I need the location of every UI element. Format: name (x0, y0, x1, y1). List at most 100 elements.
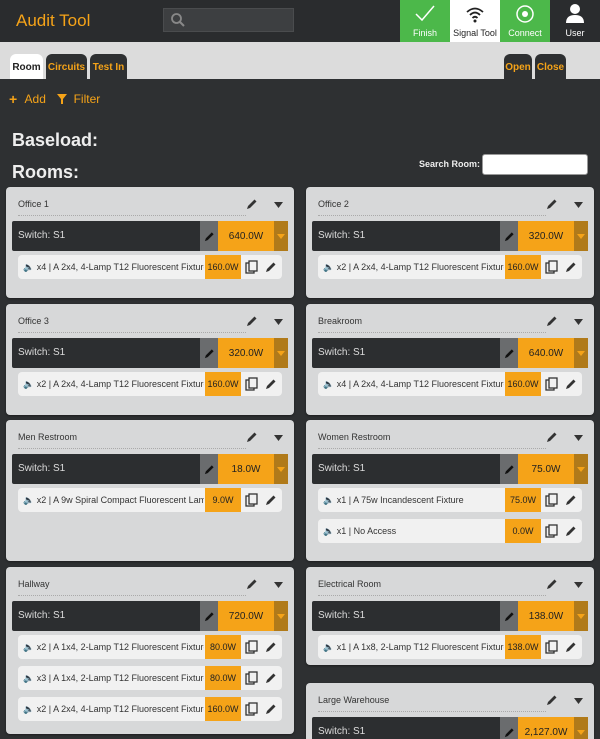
connect-button[interactable]: Connect (500, 0, 550, 42)
edit-fixture-button[interactable] (265, 672, 277, 684)
edit-room-button[interactable] (546, 694, 558, 706)
fixture-row[interactable]: 🔈 x4 | A 2x4, 4-Lamp T12 Fluorescent Fix… (18, 255, 282, 279)
edit-room-button[interactable] (546, 315, 558, 327)
edit-switch-button[interactable] (500, 717, 518, 739)
tab-circuits[interactable]: Circuits (46, 54, 87, 79)
copy-fixture-button[interactable] (245, 493, 259, 507)
switch-watts: 640.0W (518, 338, 574, 368)
expand-room-button[interactable] (574, 319, 583, 325)
expand-room-button[interactable] (574, 698, 583, 704)
edit-switch-button[interactable] (200, 601, 218, 631)
edit-fixture-button[interactable] (565, 641, 577, 653)
fixture-row[interactable]: 🔈 x1 | A 75w Incandescent Fixture 75.0W (318, 488, 582, 512)
tab-close[interactable]: Close (535, 54, 566, 79)
switch-dropdown-button[interactable] (574, 717, 588, 739)
signal-tool-button[interactable]: Signal Tool (450, 0, 500, 42)
global-search-input[interactable] (163, 8, 294, 32)
switch-row[interactable]: Switch: S1 320.0W (12, 338, 288, 368)
edit-fixture-button[interactable] (265, 494, 277, 506)
search-room-input[interactable] (482, 154, 588, 175)
edit-switch-button[interactable] (500, 338, 518, 368)
switch-row[interactable]: Switch: S1 2,127.0W (312, 717, 588, 739)
edit-room-button[interactable] (546, 578, 558, 590)
switch-row[interactable]: Switch: S1 75.0W (312, 454, 588, 484)
switch-dropdown-button[interactable] (574, 454, 588, 484)
edit-room-button[interactable] (246, 431, 258, 443)
expand-room-button[interactable] (274, 435, 283, 441)
expand-room-button[interactable] (274, 202, 283, 208)
add-button[interactable]: + Add (9, 91, 46, 107)
switch-row[interactable]: Switch: S1 320.0W (312, 221, 588, 251)
edit-room-button[interactable] (546, 431, 558, 443)
fixture-row[interactable]: 🔈 x2 | A 2x4, 4-Lamp T12 Fluorescent Fix… (18, 372, 282, 396)
switch-dropdown-button[interactable] (574, 338, 588, 368)
fixture-row[interactable]: 🔈 x1 | A 1x8, 2-Lamp T12 Fluorescent Fix… (318, 635, 582, 659)
switch-row[interactable]: Switch: S1 138.0W (312, 601, 588, 631)
fixture-row[interactable]: 🔈 x4 | A 2x4, 4-Lamp T12 Fluorescent Fix… (318, 372, 582, 396)
copy-fixture-button[interactable] (545, 524, 559, 538)
edit-room-button[interactable] (546, 198, 558, 210)
expand-room-button[interactable] (574, 582, 583, 588)
fixture-row[interactable]: 🔈 x2 | A 2x4, 4-Lamp T12 Fluorescent Fix… (318, 255, 582, 279)
tab-room[interactable]: Room (10, 54, 43, 79)
copy-fixture-button[interactable] (545, 640, 559, 654)
edit-switch-button[interactable] (200, 338, 218, 368)
edit-switch-button[interactable] (200, 221, 218, 251)
pencil-icon (547, 199, 557, 209)
tab-open[interactable]: Open (504, 54, 532, 79)
edit-room-button[interactable] (246, 315, 258, 327)
search-icon (171, 13, 185, 27)
filter-button[interactable]: Filter (57, 92, 100, 106)
room-name: Large Warehouse (318, 695, 390, 705)
switch-dropdown-button[interactable] (274, 601, 288, 631)
fixture-text: x2 | A 2x4, 4-Lamp T12 Fluorescent Fixtu… (36, 704, 204, 714)
expand-room-button[interactable] (574, 202, 583, 208)
edit-fixture-button[interactable] (565, 261, 577, 273)
switch-dropdown-button[interactable] (574, 221, 588, 251)
expand-room-button[interactable] (574, 435, 583, 441)
switch-dropdown-button[interactable] (274, 454, 288, 484)
fixture-row[interactable]: 🔈 x2 | A 9w Spiral Compact Fluorescent L… (18, 488, 282, 512)
expand-room-button[interactable] (274, 319, 283, 325)
edit-switch-button[interactable] (200, 454, 218, 484)
finish-button[interactable]: Finish (400, 0, 450, 42)
edit-fixture-button[interactable] (565, 378, 577, 390)
switch-dropdown-button[interactable] (274, 338, 288, 368)
switch-row[interactable]: Switch: S1 720.0W (12, 601, 288, 631)
edit-switch-button[interactable] (500, 454, 518, 484)
fixture-row[interactable]: 🔈 x2 | A 1x4, 2-Lamp T12 Fluorescent Fix… (18, 635, 282, 659)
switch-dropdown-button[interactable] (574, 601, 588, 631)
edit-fixture-button[interactable] (265, 641, 277, 653)
fixture-row[interactable]: 🔈 x2 | A 2x4, 4-Lamp T12 Fluorescent Fix… (18, 697, 282, 721)
copy-fixture-button[interactable] (245, 260, 259, 274)
expand-room-button[interactable] (274, 582, 283, 588)
fixture-row[interactable]: 🔈 x1 | No Access 0.0W (318, 519, 582, 543)
copy-fixture-button[interactable] (545, 493, 559, 507)
edit-room-button[interactable] (246, 198, 258, 210)
switch-label: Switch: S1 (18, 230, 66, 241)
tab-test-in[interactable]: Test In (90, 54, 127, 79)
edit-switch-button[interactable] (500, 601, 518, 631)
speaker-icon: 🔈 (323, 642, 335, 652)
copy-fixture-button[interactable] (545, 260, 559, 274)
copy-fixture-button[interactable] (545, 377, 559, 391)
pencil-icon (247, 579, 257, 589)
fixture-row[interactable]: 🔈 x3 | A 1x4, 2-Lamp T12 Fluorescent Fix… (18, 666, 282, 690)
user-button[interactable]: User (550, 0, 600, 42)
switch-row[interactable]: Switch: S1 640.0W (12, 221, 288, 251)
edit-switch-button[interactable] (500, 221, 518, 251)
switch-row[interactable]: Switch: S1 18.0W (12, 454, 288, 484)
copy-fixture-button[interactable] (245, 377, 259, 391)
copy-fixture-button[interactable] (245, 702, 259, 716)
switch-row[interactable]: Switch: S1 640.0W (312, 338, 588, 368)
edit-fixture-button[interactable] (265, 261, 277, 273)
edit-fixture-button[interactable] (565, 525, 577, 537)
edit-room-button[interactable] (246, 578, 258, 590)
copy-fixture-button[interactable] (245, 640, 259, 654)
edit-fixture-button[interactable] (265, 378, 277, 390)
edit-fixture-button[interactable] (265, 703, 277, 715)
copy-fixture-button[interactable] (245, 671, 259, 685)
switch-watts: 720.0W (218, 601, 274, 631)
switch-dropdown-button[interactable] (274, 221, 288, 251)
edit-fixture-button[interactable] (565, 494, 577, 506)
